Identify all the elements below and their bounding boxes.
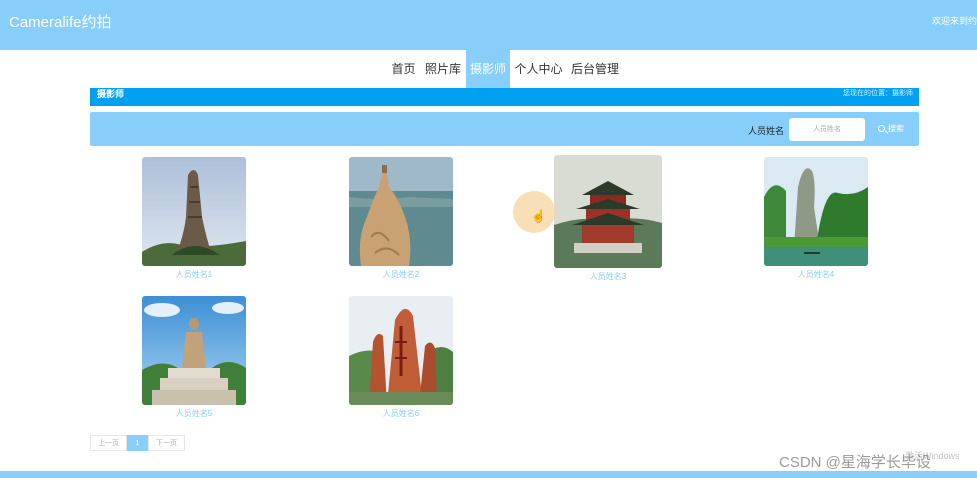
photographer-card[interactable]: 人员姓名1 — [142, 157, 246, 280]
photographer-card[interactable]: 人员姓名2 — [349, 157, 453, 280]
photographer-card[interactable]: 人员姓名4 — [764, 157, 868, 280]
breadcrumb-bar: 摄影师 您现在的位置：摄影师 — [90, 88, 919, 106]
photo-pavilion-tower — [554, 155, 662, 268]
photo-buddha-statue — [142, 296, 246, 405]
search-bar: 人员姓名 搜索 — [90, 112, 919, 146]
main-nav: 首页 照片库 摄影师 个人中心 后台管理 — [0, 50, 977, 88]
nav-item-photographer[interactable]: 摄影师 — [466, 50, 510, 88]
search-icon — [878, 125, 885, 132]
card-name[interactable]: 人员姓名6 — [349, 408, 453, 419]
photo-rock-pillar — [142, 157, 246, 266]
top-header: Cameralife约拍 欢迎来到约 — [0, 0, 977, 50]
site-brand[interactable]: Cameralife约拍 — [9, 11, 112, 32]
card-name[interactable]: 人员姓名4 — [764, 269, 868, 280]
card-name[interactable]: 人员姓名5 — [142, 408, 246, 419]
photographer-card[interactable]: 人员姓名5 — [142, 296, 246, 419]
nav-item-home[interactable]: 首页 — [387, 50, 420, 88]
prev-page-button[interactable]: 上一页 — [90, 435, 127, 451]
search-button-label: 搜索 — [888, 124, 904, 133]
hand-cursor-icon: ☝ — [531, 209, 546, 223]
photo-red-rock — [349, 296, 453, 405]
nav-item-admin[interactable]: 后台管理 — [568, 50, 622, 88]
search-input[interactable] — [789, 118, 865, 141]
photo-river-peaks — [764, 157, 868, 266]
card-name[interactable]: 人员姓名1 — [142, 269, 246, 280]
page-title: 摄影师 — [97, 89, 125, 99]
photographer-card[interactable]: 人员姓名3 — [554, 155, 662, 282]
next-page-button[interactable]: 下一页 — [148, 435, 185, 451]
footer-bar — [0, 471, 977, 478]
nav-item-gallery[interactable]: 照片库 — [422, 50, 464, 88]
welcome-text: 欢迎来到约 — [931, 16, 977, 26]
search-label: 人员姓名 — [748, 126, 785, 136]
photo-coastal-cliff — [349, 157, 453, 266]
search-button[interactable]: 搜索 — [878, 123, 904, 134]
card-name[interactable]: 人员姓名2 — [349, 269, 453, 280]
page-number-current[interactable]: 1 — [127, 435, 148, 451]
card-name[interactable]: 人员姓名3 — [554, 271, 662, 282]
csdn-watermark: CSDN @星海学长毕设 — [779, 454, 931, 471]
photographer-card[interactable]: 人员姓名6 — [349, 296, 453, 419]
breadcrumb-location: 您现在的位置：摄影师 — [843, 90, 913, 97]
nav-item-profile[interactable]: 个人中心 — [512, 50, 565, 88]
